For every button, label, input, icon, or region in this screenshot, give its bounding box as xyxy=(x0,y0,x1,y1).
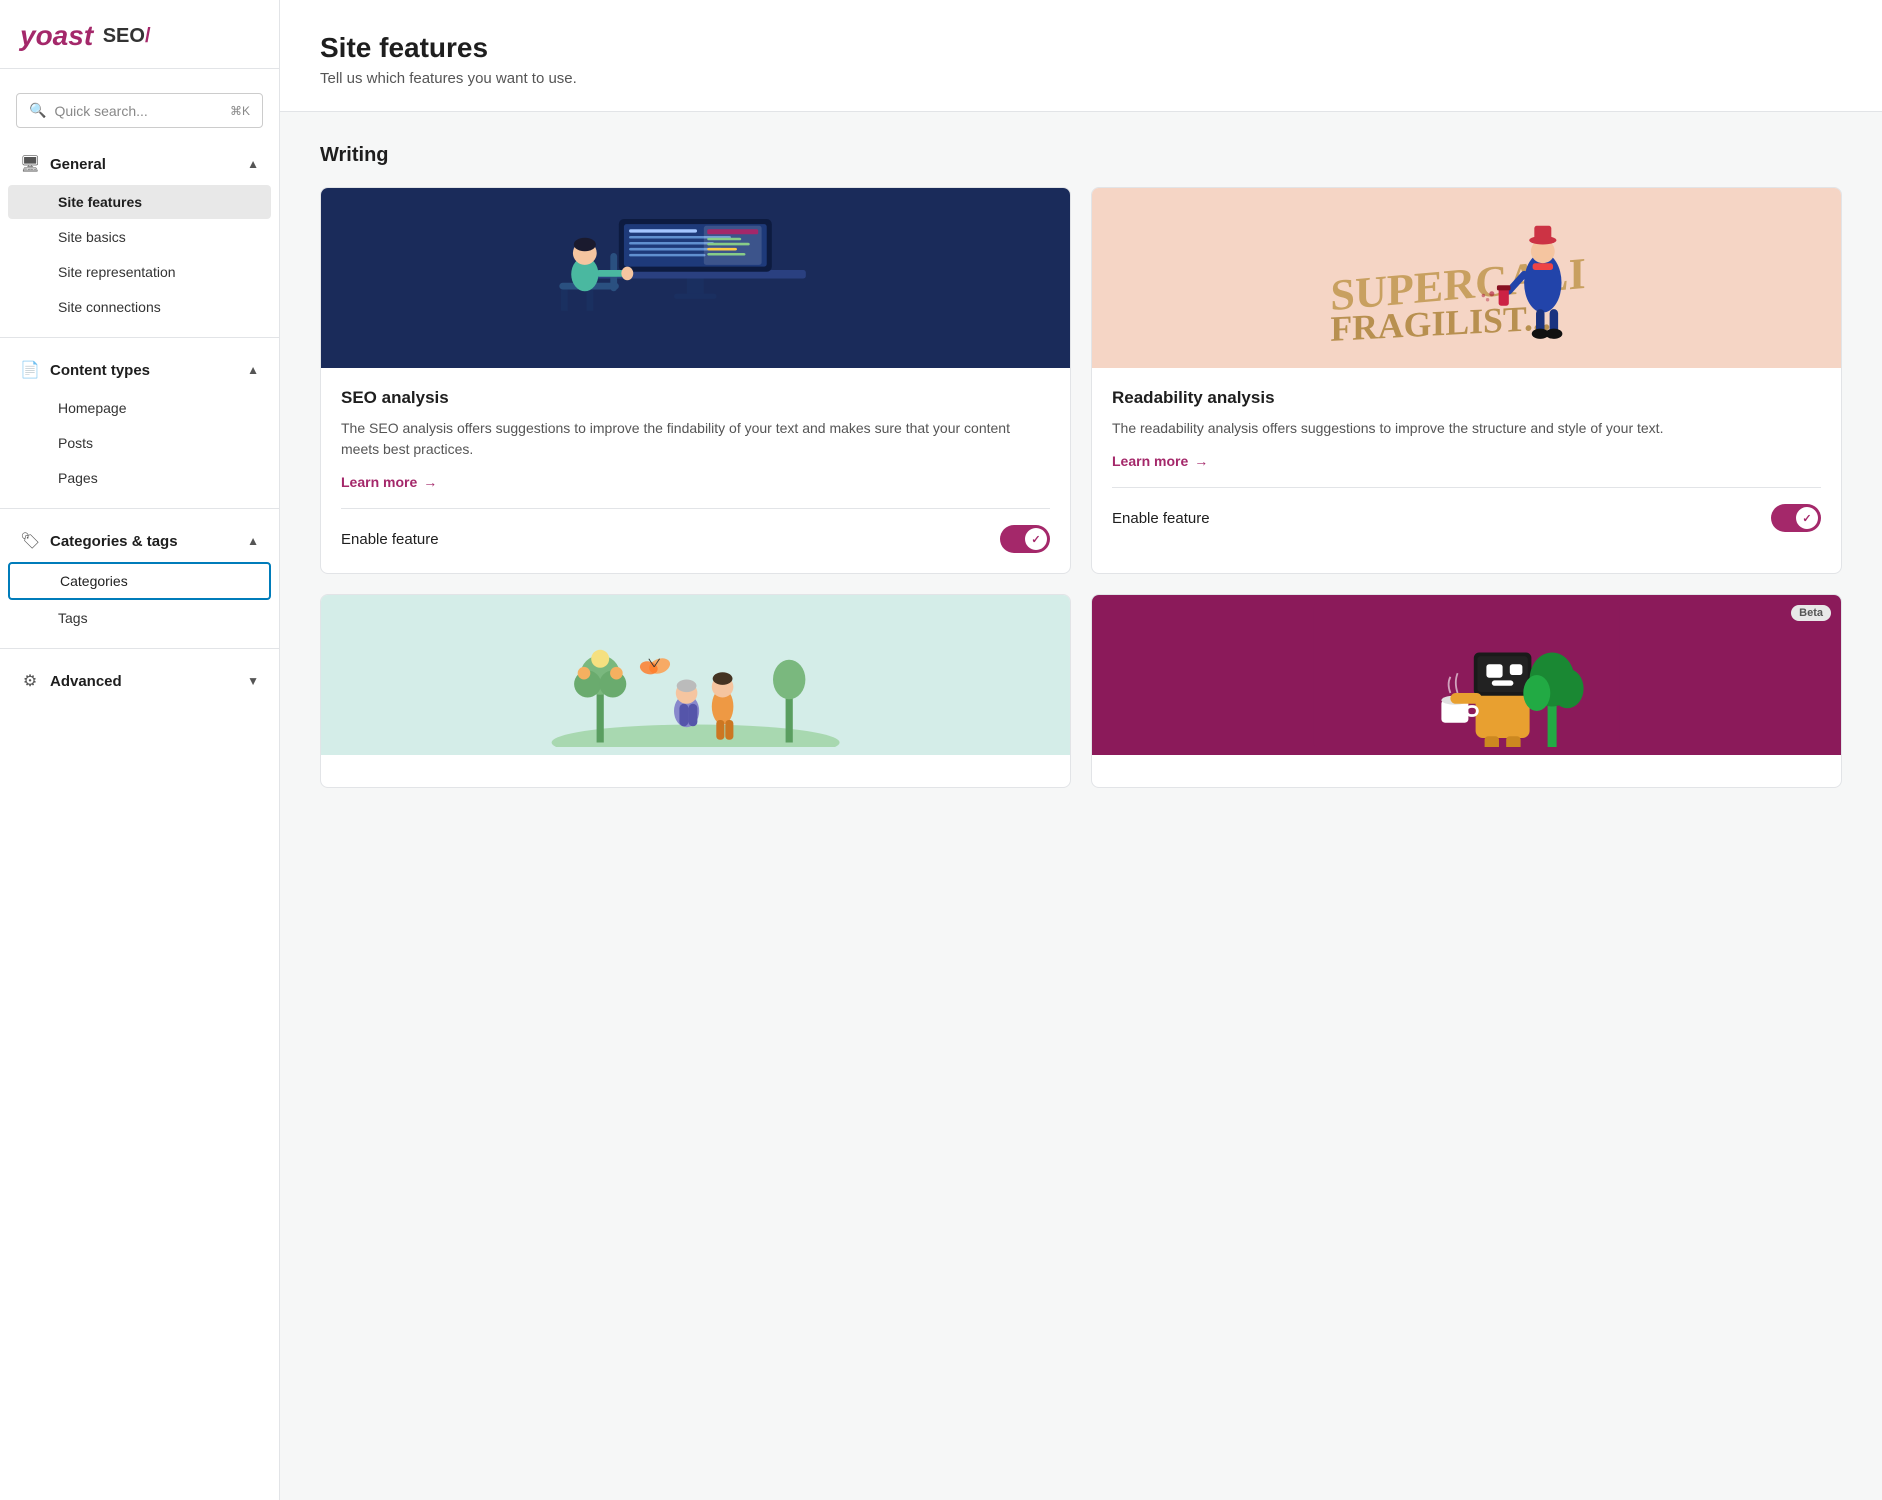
feature-card-4: Beta xyxy=(1091,594,1842,788)
readability-toggle[interactable]: ✓ xyxy=(1771,504,1821,532)
readability-enable-row: Enable feature ✓ xyxy=(1112,504,1821,532)
search-box[interactable]: 🔍 Quick search... ⌘K xyxy=(16,93,263,128)
nav-general-header[interactable]: 🖥 General ▲ xyxy=(0,144,279,184)
seo-enable-label: Enable feature xyxy=(341,531,439,548)
content-types-chevron-icon: ▲ xyxy=(247,363,259,377)
sidebar-item-site-representation[interactable]: Site representation xyxy=(8,255,271,289)
readability-toggle-knob: ✓ xyxy=(1796,507,1818,529)
card-3-illustration xyxy=(396,603,995,747)
content-types-icon: 📄 xyxy=(20,360,40,380)
categories-tags-icon: 🏷 xyxy=(20,531,40,551)
main-content: Site features Tell us which features you… xyxy=(280,0,1882,1500)
seo-analysis-learn-more[interactable]: Learn more → xyxy=(341,474,437,490)
seo-analysis-image-wrapper xyxy=(321,188,1070,368)
sidebar-item-site-connections[interactable]: Site connections xyxy=(8,290,271,324)
categories-tags-label: Categories & tags xyxy=(50,533,178,550)
logo-yoast-text: yoast xyxy=(20,20,93,52)
logo-seo-text: SEO xyxy=(97,25,145,48)
page-title: Site features xyxy=(320,32,1842,64)
check-icon-2: ✓ xyxy=(1802,512,1811,525)
card-4-image xyxy=(1092,595,1841,755)
content-types-label: Content types xyxy=(50,362,150,379)
seo-analysis-image xyxy=(321,188,1070,368)
check-icon: ✓ xyxy=(1031,533,1040,546)
nav-content-types-section: 📄 Content types ▲ Homepage Posts Pages xyxy=(0,342,279,504)
seo-analysis-toggle[interactable]: ✓ xyxy=(1000,525,1050,553)
readability-card-body: Readability analysis The readability ana… xyxy=(1092,368,1841,552)
advanced-label: Advanced xyxy=(50,673,122,690)
search-placeholder: Quick search... xyxy=(54,103,222,119)
logo-area: yoast SEO/ xyxy=(0,0,279,69)
logo: yoast SEO/ xyxy=(20,20,259,52)
seo-toggle-knob: ✓ xyxy=(1025,528,1047,550)
sidebar: yoast SEO/ 🔍 Quick search... ⌘K 🖥 Genera… xyxy=(0,0,280,1500)
readability-title: Readability analysis xyxy=(1112,388,1821,408)
beta-badge: Beta xyxy=(1791,605,1831,621)
nav-categories-tags-header[interactable]: 🏷 Categories & tags ▲ xyxy=(0,521,279,561)
general-label: General xyxy=(50,156,106,173)
general-chevron-icon: ▲ xyxy=(247,157,259,171)
advanced-chevron-icon: ▼ xyxy=(247,674,259,688)
readability-illustration: SUPERCALI FRAGILIST... xyxy=(1148,202,1785,355)
readability-image: SUPERCALI FRAGILIST... xyxy=(1092,188,1841,368)
writing-section-title: Writing xyxy=(320,144,1842,167)
feature-card-3 xyxy=(320,594,1071,788)
nav-advanced-header-left: ⚙ Advanced xyxy=(20,671,122,691)
card-4-body xyxy=(1092,755,1841,787)
nav-general-header-left: 🖥 General xyxy=(20,154,106,174)
feature-cards-grid: SEO analysis The SEO analysis offers sug… xyxy=(320,187,1842,788)
seo-card-divider xyxy=(341,508,1050,509)
card-4-illustration xyxy=(1167,603,1766,747)
seo-analysis-description: The SEO analysis offers suggestions to i… xyxy=(341,418,1050,460)
nav-content-types-header-left: 📄 Content types xyxy=(20,360,150,380)
sidebar-item-tags[interactable]: Tags xyxy=(8,601,271,635)
readability-image-wrapper: SUPERCALI FRAGILIST... xyxy=(1092,188,1841,368)
seo-enable-row: Enable feature ✓ xyxy=(341,525,1050,553)
page-subtitle: Tell us which features you want to use. xyxy=(320,70,1842,87)
sidebar-item-homepage[interactable]: Homepage xyxy=(8,391,271,425)
seo-analysis-illustration xyxy=(377,202,1014,355)
page-header: Site features Tell us which features you… xyxy=(280,0,1882,112)
seo-analysis-card-body: SEO analysis The SEO analysis offers sug… xyxy=(321,368,1070,573)
search-icon: 🔍 xyxy=(29,102,46,119)
nav-divider-1 xyxy=(0,337,279,338)
nav-general-section: 🖥 General ▲ Site features Site basics Si… xyxy=(0,136,279,333)
nav-content-types-header[interactable]: 📄 Content types ▲ xyxy=(0,350,279,390)
content-body: Writing xyxy=(280,112,1882,1500)
advanced-icon: ⚙ xyxy=(20,671,40,691)
card-3-body xyxy=(321,755,1070,787)
sidebar-item-categories[interactable]: Categories xyxy=(8,562,271,600)
sidebar-item-site-features[interactable]: Site features xyxy=(8,185,271,219)
seo-analysis-card: SEO analysis The SEO analysis offers sug… xyxy=(320,187,1071,574)
logo-slash: / xyxy=(145,25,151,48)
readability-analysis-card: SUPERCALI FRAGILIST... xyxy=(1091,187,1842,574)
sidebar-item-pages[interactable]: Pages xyxy=(8,461,271,495)
readability-card-divider xyxy=(1112,487,1821,488)
nav-categories-tags-section: 🏷 Categories & tags ▲ Categories Tags xyxy=(0,513,279,644)
card-4-image-wrapper: Beta xyxy=(1092,595,1841,755)
card-3-image xyxy=(321,595,1070,755)
readability-enable-label: Enable feature xyxy=(1112,510,1210,527)
arrow-right-icon: → xyxy=(423,474,437,490)
nav-advanced-section: ⚙ Advanced ▼ xyxy=(0,653,279,709)
sidebar-item-posts[interactable]: Posts xyxy=(8,426,271,460)
nav-divider-3 xyxy=(0,648,279,649)
search-section: 🔍 Quick search... ⌘K xyxy=(0,69,279,136)
readability-learn-more[interactable]: Learn more → xyxy=(1112,453,1208,469)
arrow-right-icon-2: → xyxy=(1194,453,1208,469)
nav-categories-tags-header-left: 🏷 Categories & tags xyxy=(20,531,178,551)
nav-divider-2 xyxy=(0,508,279,509)
nav-advanced-header[interactable]: ⚙ Advanced ▼ xyxy=(0,661,279,701)
search-shortcut: ⌘K xyxy=(230,104,250,118)
sidebar-item-site-basics[interactable]: Site basics xyxy=(8,220,271,254)
categories-tags-chevron-icon: ▲ xyxy=(247,534,259,548)
readability-description: The readability analysis offers suggesti… xyxy=(1112,418,1821,439)
seo-analysis-title: SEO analysis xyxy=(341,388,1050,408)
monitor-icon: 🖥 xyxy=(20,154,40,174)
